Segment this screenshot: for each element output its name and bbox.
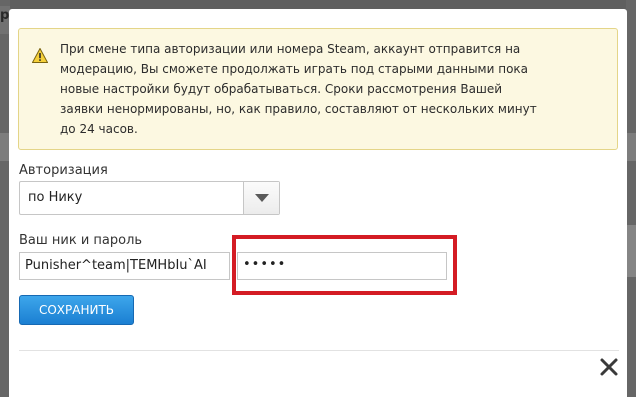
notice-line: новые настройки будут обрабатываться. Ср… xyxy=(60,82,503,96)
notice-line: заявки ненормированы, но, как правило, с… xyxy=(60,102,537,116)
footer-divider xyxy=(19,350,619,351)
backdrop-header-letter: р xyxy=(0,8,10,23)
auth-type-selected-value: по Нику xyxy=(28,190,83,205)
warning-icon xyxy=(32,48,48,63)
save-button[interactable]: СОХРАНИТЬ xyxy=(19,295,134,325)
close-icon[interactable] xyxy=(599,357,619,377)
notice-line: модерацию, Вы сможете продолжать играть … xyxy=(60,62,529,76)
nickname-input[interactable]: Punisher^team|TEMHbIu`AI xyxy=(19,252,230,280)
notice-line: При смене типа авторизации или номера St… xyxy=(60,42,521,56)
moderation-notice: При смене типа авторизации или номера St… xyxy=(18,28,618,150)
auth-settings-modal: При смене типа авторизации или номера St… xyxy=(9,9,627,397)
notice-line: до 24 часов. xyxy=(60,122,138,136)
caret-down-icon xyxy=(255,194,269,202)
dropdown-toggle-button[interactable] xyxy=(243,182,279,214)
credentials-label: Ваш ник и пароль xyxy=(19,233,143,248)
backdrop-edge-right xyxy=(626,0,636,397)
notice-text: При смене типа авторизации или номера St… xyxy=(60,39,580,139)
backdrop-fragment xyxy=(626,225,636,277)
auth-type-label: Авторизация xyxy=(19,163,108,178)
backdrop-fragment xyxy=(626,133,636,161)
auth-type-select[interactable]: по Нику xyxy=(19,181,280,215)
password-highlight-box xyxy=(232,235,457,295)
